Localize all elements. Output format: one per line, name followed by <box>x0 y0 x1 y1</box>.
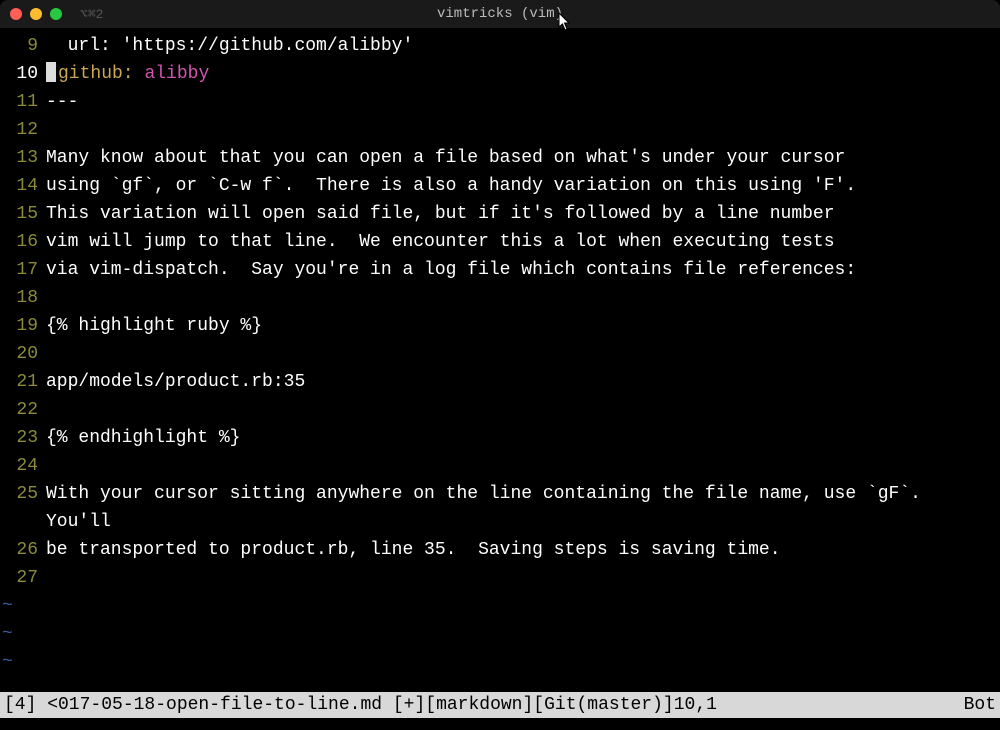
line-20: 20 <box>0 340 1000 368</box>
line-11: 11 --- <box>0 88 1000 116</box>
tilde: ~ <box>2 648 1000 676</box>
line-25: 25 With your cursor sitting anywhere on … <box>0 480 1000 536</box>
yaml-key: github: <box>58 64 134 84</box>
line-number: 14 <box>0 172 46 200</box>
line-content: vim will jump to that line. We encounter… <box>46 228 1000 256</box>
line-content <box>46 116 1000 144</box>
line-number: 11 <box>0 88 46 116</box>
line-22: 22 <box>0 396 1000 424</box>
line-number: 15 <box>0 200 46 228</box>
status-right: Bot <box>964 692 996 718</box>
close-button[interactable] <box>10 8 22 20</box>
line-number: 16 <box>0 228 46 256</box>
line-content: app/models/product.rb:35 <box>46 368 1000 396</box>
line-content: using `gf`, or `C-w f`. There is also a … <box>46 172 1000 200</box>
line-content: url: 'https://github.com/alibby' <box>46 32 1000 60</box>
line-number: 26 <box>0 536 46 564</box>
line-number: 27 <box>0 564 46 592</box>
line-number: 9 <box>0 32 46 60</box>
line-content: This variation will open said file, but … <box>46 200 1000 228</box>
line-number: 23 <box>0 424 46 452</box>
titlebar-hint: ⌥⌘2 <box>80 7 103 22</box>
empty-lines: ~ ~ ~ <box>0 592 1000 676</box>
line-content <box>46 340 1000 368</box>
yaml-value: alibby <box>144 64 209 84</box>
line-content: {% highlight ruby %} <box>46 312 1000 340</box>
line-content: With your cursor sitting anywhere on the… <box>46 480 1000 536</box>
line-number: 24 <box>0 452 46 480</box>
line-content: be transported to product.rb, line 35. S… <box>46 536 1000 564</box>
line-14: 14 using `gf`, or `C-w f`. There is also… <box>0 172 1000 200</box>
line-17: 17 via vim-dispatch. Say you're in a log… <box>0 256 1000 284</box>
tilde: ~ <box>2 592 1000 620</box>
line-27: 27 <box>0 564 1000 592</box>
editor-area[interactable]: 9 url: 'https://github.com/alibby' 10 gi… <box>0 28 1000 692</box>
line-number: 19 <box>0 312 46 340</box>
minimize-button[interactable] <box>30 8 42 20</box>
maximize-button[interactable] <box>50 8 62 20</box>
status-bar: [4] <017-05-18-open-file-to-line.md [+][… <box>0 692 1000 718</box>
line-number: 22 <box>0 396 46 424</box>
line-18: 18 <box>0 284 1000 312</box>
line-13: 13 Many know about that you can open a f… <box>0 144 1000 172</box>
line-26: 26 be transported to product.rb, line 35… <box>0 536 1000 564</box>
titlebar-title: vimtricks (vim) <box>437 6 563 22</box>
line-content: {% endhighlight %} <box>46 424 1000 452</box>
bottom-pad <box>0 718 1000 730</box>
line-number: 25 <box>0 480 46 536</box>
line-content <box>46 284 1000 312</box>
line-19: 19 {% highlight ruby %} <box>0 312 1000 340</box>
cursor <box>46 62 56 82</box>
titlebar: ⌥⌘2 vimtricks (vim) <box>0 0 1000 28</box>
line-content: --- <box>46 88 1000 116</box>
line-10: 10 github: alibby <box>0 60 1000 88</box>
line-23: 23 {% endhighlight %} <box>0 424 1000 452</box>
line-content: github: alibby <box>46 60 1000 88</box>
terminal-window: ⌥⌘2 vimtricks (vim) 9 url: 'https://gith… <box>0 0 1000 730</box>
line-12: 12 <box>0 116 1000 144</box>
line-number: 20 <box>0 340 46 368</box>
line-15: 15 This variation will open said file, b… <box>0 200 1000 228</box>
line-24: 24 <box>0 452 1000 480</box>
status-left: [4] <017-05-18-open-file-to-line.md [+][… <box>4 692 717 718</box>
line-16: 16 vim will jump to that line. We encoun… <box>0 228 1000 256</box>
tilde: ~ <box>2 620 1000 648</box>
line-content: Many know about that you can open a file… <box>46 144 1000 172</box>
line-number: 17 <box>0 256 46 284</box>
line-number: 13 <box>0 144 46 172</box>
line-number: 21 <box>0 368 46 396</box>
line-number: 18 <box>0 284 46 312</box>
line-content: via vim-dispatch. Say you're in a log fi… <box>46 256 1000 284</box>
line-content <box>46 452 1000 480</box>
line-number: 12 <box>0 116 46 144</box>
traffic-lights <box>10 8 62 20</box>
line-content <box>46 564 1000 592</box>
line-21: 21 app/models/product.rb:35 <box>0 368 1000 396</box>
line-9: 9 url: 'https://github.com/alibby' <box>0 32 1000 60</box>
line-content <box>46 396 1000 424</box>
line-number: 10 <box>0 60 46 88</box>
